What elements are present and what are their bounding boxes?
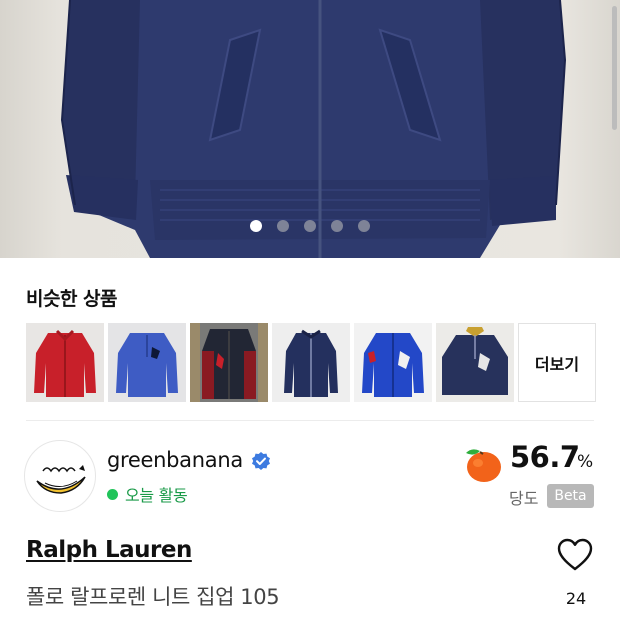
similar-products-title: 비슷한 상품 — [26, 288, 118, 310]
similar-product-thumb[interactable] — [272, 323, 350, 402]
seller-activity: 오늘 활동 — [107, 482, 188, 506]
sweetness-score: 56.7 — [510, 440, 580, 474]
sweetness-label: 당도 — [509, 489, 539, 508]
carousel-dot-1[interactable] — [250, 220, 262, 232]
carousel-dot-3[interactable] — [304, 220, 316, 232]
similar-products-list: 더보기 — [26, 323, 596, 402]
carousel-dot-2[interactable] — [277, 220, 289, 232]
sweetness-unit: % — [577, 452, 594, 472]
similar-product-thumb[interactable] — [26, 323, 104, 402]
seller-avatar[interactable] — [24, 440, 96, 512]
blue-knit-half-zip-icon — [108, 323, 186, 402]
see-more-button[interactable]: 더보기 — [518, 323, 596, 402]
heart-icon[interactable] — [557, 538, 593, 572]
navy-knit-zip-jacket-icon — [272, 323, 350, 402]
scrollbar[interactable] — [612, 6, 617, 130]
similar-product-thumb[interactable] — [436, 323, 514, 402]
carousel-dot-4[interactable] — [331, 220, 343, 232]
activity-text: 오늘 활동 — [125, 486, 188, 505]
brand-link[interactable]: Ralph Lauren — [26, 537, 192, 563]
similar-product-thumb[interactable] — [190, 323, 268, 402]
similar-product-thumb[interactable] — [354, 323, 432, 402]
beta-badge: Beta — [547, 484, 594, 508]
orange-fruit-icon — [466, 449, 501, 482]
seller-name[interactable]: greenbanana — [107, 448, 243, 472]
online-status-dot — [107, 488, 118, 500]
product-image-carousel[interactable] — [0, 0, 620, 258]
section-divider — [26, 420, 594, 421]
carousel-indicator — [0, 220, 620, 232]
banana-logo-icon — [36, 465, 86, 494]
royal-blue-knit-zip-icon — [354, 323, 432, 402]
navy-knit-half-zip-icon — [436, 323, 514, 402]
like-count: 24 — [565, 589, 587, 608]
similar-product-thumb[interactable] — [108, 323, 186, 402]
verified-check-icon — [252, 452, 270, 470]
red-knit-zip-jacket-icon — [26, 323, 104, 402]
black-knit-vest-icon — [190, 323, 268, 402]
carousel-dot-5[interactable] — [358, 220, 370, 232]
product-title: 폴로 랄프로렌 니트 집업 105 — [26, 585, 280, 609]
